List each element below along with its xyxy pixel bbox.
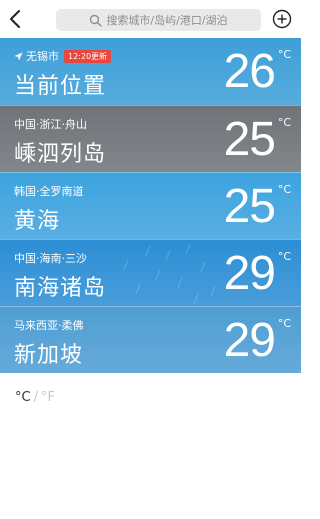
region-label: 中国·海南·三沙: [14, 252, 87, 265]
temperature: 25: [223, 180, 276, 233]
temperature: 26: [223, 45, 276, 98]
city-card-current-location[interactable]: 无锡市 12:20更新 当前位置 26 °C: [0, 38, 301, 105]
temperature-units-toggle: °C / °F: [15, 390, 55, 405]
temperature-unit: °C: [277, 183, 291, 196]
temperature: 29: [223, 247, 276, 300]
temperature-unit: °C: [277, 250, 291, 263]
temperature-unit: °C: [277, 317, 291, 330]
add-circle-icon[interactable]: [272, 9, 292, 29]
city-card[interactable]: 中国·海南·三沙 南海诸岛 29 °C: [0, 239, 301, 306]
city-name: 当前位置: [14, 74, 107, 99]
temperature: 25: [223, 113, 276, 166]
city-name: 南海诸岛: [14, 276, 107, 301]
region-label: 中国·浙江·舟山: [14, 118, 87, 131]
region-label: 韩国·全罗南道: [14, 185, 84, 198]
location-arrow-icon: [14, 51, 23, 61]
region-label: 无锡市 12:20更新: [14, 48, 112, 64]
temperature-unit: °C: [277, 116, 291, 129]
temperature: 29: [223, 314, 276, 367]
region-label: 马来西亚·柔佛: [14, 319, 84, 332]
search-icon: [90, 14, 103, 27]
city-name: 新加坡: [14, 343, 84, 368]
fahrenheit-option[interactable]: °F: [41, 390, 55, 405]
city-card[interactable]: 中国·浙江·舟山 嵊泗列岛 25 °C: [0, 105, 301, 172]
city-card[interactable]: 马来西亚·柔佛 新加坡 29 °C: [0, 306, 301, 373]
search-placeholder: 搜索城市/岛屿/港口/湖泊: [106, 14, 228, 27]
top-bar: 搜索城市/岛屿/港口/湖泊: [0, 0, 301, 38]
city-name: 黄海: [14, 209, 61, 234]
celsius-option[interactable]: °C: [15, 390, 31, 405]
city-name: 嵊泗列岛: [14, 142, 107, 167]
back-chevron-icon[interactable]: [6, 8, 26, 30]
city-list: 无锡市 12:20更新 当前位置 26 °C 中国·浙江·舟山 嵊泗列岛 25 …: [0, 38, 301, 373]
city-card[interactable]: 韩国·全罗南道 黄海 25 °C: [0, 172, 301, 239]
temperature-unit: °C: [277, 48, 291, 61]
region-text: 无锡市: [26, 50, 59, 63]
unit-separator: /: [33, 390, 38, 405]
update-badge: 12:20更新: [64, 49, 112, 63]
search-input[interactable]: 搜索城市/岛屿/港口/湖泊: [56, 9, 261, 31]
